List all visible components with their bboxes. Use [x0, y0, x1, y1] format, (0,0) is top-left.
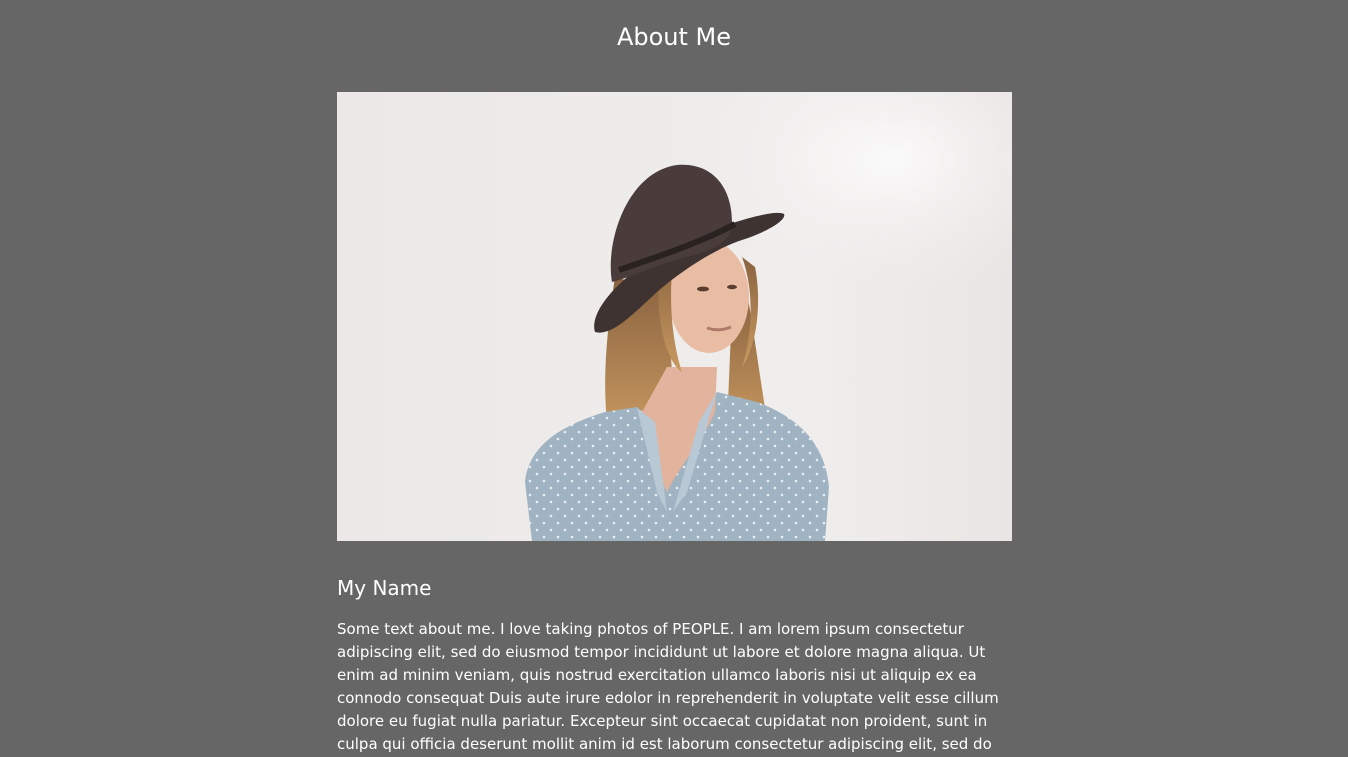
profile-bio: Some text about me. I love taking photos…: [337, 620, 999, 753]
profile-photo: [337, 92, 1012, 541]
profile-name: My Name: [337, 576, 432, 600]
about-page: About Me My Name Some text about me. I l…: [0, 0, 1348, 757]
page-title: About Me: [616, 23, 732, 51]
woman-with-hat-image: [337, 92, 1012, 541]
